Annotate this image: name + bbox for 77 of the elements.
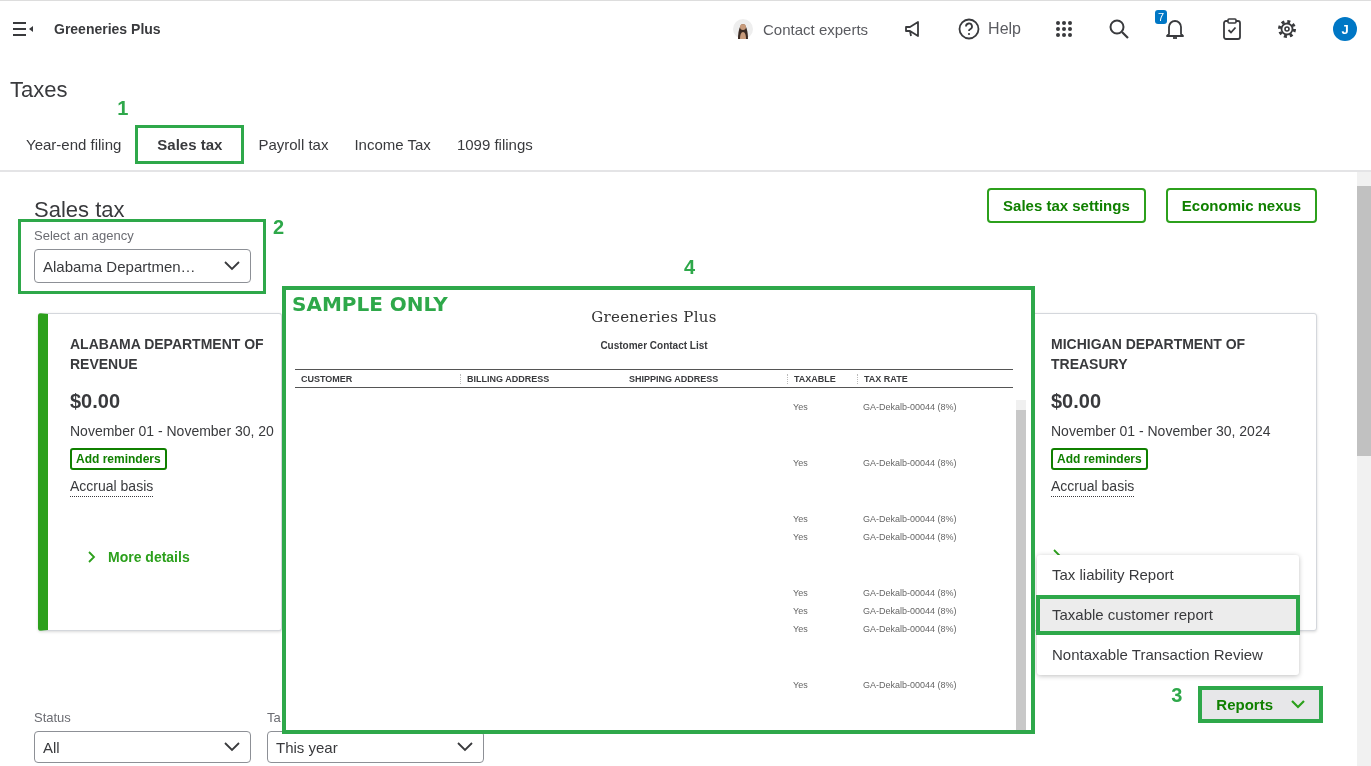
outline-button[interactable]: Economic nexus [1165,188,1317,223]
tab[interactable]: Sales tax [135,125,245,164]
table-cell: GA-Dekalb-00044 (8%) [863,514,957,524]
table-cell: GA-Dekalb-00044 (8%) [863,624,957,634]
avatar-icon [733,19,754,39]
tab[interactable]: Year-end filing [14,125,134,164]
section-title: Sales tax [34,197,125,223]
column-header: SHIPPING ADDRESS [628,373,720,384]
reports-button[interactable]: Reports [1198,686,1323,723]
chevron-icon [224,261,240,271]
period: November 01 - November 30, 20 [70,423,275,439]
callout-number: 2 [273,216,285,239]
add-reminders-button[interactable]: Add reminders [70,448,167,470]
callout-number: 4 [684,256,696,279]
menu-item[interactable]: Nontaxable Transaction Review [1036,635,1300,675]
amount: $0.00 [70,390,122,413]
table-cell: GA-Dekalb-00044 (8%) [863,606,957,616]
search-icon[interactable] [1109,19,1129,39]
clipboard-icon[interactable] [1223,18,1241,40]
tab[interactable]: Payroll tax [246,125,341,164]
table-cell: Yes [793,624,808,634]
table-cell: Yes [793,680,808,690]
table-cell: Yes [793,606,808,616]
table-cell: Yes [793,532,808,542]
table-cell: GA-Dekalb-00044 (8%) [863,458,957,468]
outline-button[interactable]: Sales tax settings [987,188,1146,223]
chevron-icon [457,742,473,752]
table-cell: GA-Dekalb-00044 (8%) [863,402,957,412]
table-cell: Yes [793,588,808,598]
tab[interactable]: 1099 filings [444,125,545,164]
filter-label: Ta [267,710,282,725]
settings-icon[interactable] [1277,19,1297,39]
column-header: TAXABLE [787,373,857,384]
table-cell: Yes [793,402,808,412]
apps-grid-icon[interactable] [1055,20,1073,38]
period: November 01 - November 30, 2024 [1051,423,1272,439]
field-label: Select an agency [34,228,135,243]
callout-number: 1 [117,97,129,120]
table-cell: Yes [793,458,808,468]
sample-label: SAMPLE ONLY [292,292,448,316]
column-header: BILLING ADDRESS [460,373,623,384]
column-header: TAX RATE [857,373,1013,384]
tab[interactable]: Income Tax [342,125,443,164]
menu-icon[interactable] [12,21,34,37]
menu-item[interactable]: Tax liability Report [1036,555,1300,595]
user-avatar[interactable]: J [1333,17,1357,41]
column-header: CUSTOMER [300,373,354,384]
agency-name: ALABAMA DEPARTMENT OF REVENUE [70,335,265,374]
scrollbar[interactable] [1016,400,1026,730]
bell-icon[interactable] [1165,18,1185,40]
page-title: Taxes [10,77,69,103]
table-cell: Yes [793,514,808,524]
notification-badge: 7 [1155,10,1168,24]
basis-label: Accrual basis [70,478,154,497]
table-cell: GA-Dekalb-00044 (8%) [863,680,957,690]
agency-name: MICHIGAN DEPARTMENT OF TREASURY [1051,335,1247,374]
chevron-icon[interactable] [88,551,96,563]
menu-item[interactable]: Taxable customer report [1036,595,1300,635]
help-icon [958,18,981,40]
amount: $0.00 [1051,390,1103,413]
add-reminders-button[interactable]: Add reminders [1051,448,1148,470]
filter-dropdown[interactable]: All [34,731,251,763]
basis-label: Accrual basis [1051,478,1135,497]
contact-experts-link[interactable]: Contact experts [733,19,869,39]
table-cell: GA-Dekalb-00044 (8%) [863,588,957,598]
agency-card[interactable]: ALABAMA DEPARTMENT OF REVENUE $0.00 November 01 - November 30, 20 Add reminders Accrual basis More details [38,313,282,631]
help-button[interactable]: Help [958,18,1021,40]
report-company: Greeneries Plus [590,308,718,326]
caret-icon [1291,700,1305,709]
report-title: Customer Contact List [599,340,709,351]
company-name: Greeneries Plus [54,21,161,37]
table-cell: GA-Dekalb-00044 (8%) [863,532,957,542]
filter-label: Status [34,710,72,725]
chevron-icon [224,742,240,752]
callout-number: 3 [1171,684,1183,707]
scrollbar[interactable] [1357,172,1371,766]
agency-dropdown[interactable]: Alabama Departmen… [34,249,251,283]
